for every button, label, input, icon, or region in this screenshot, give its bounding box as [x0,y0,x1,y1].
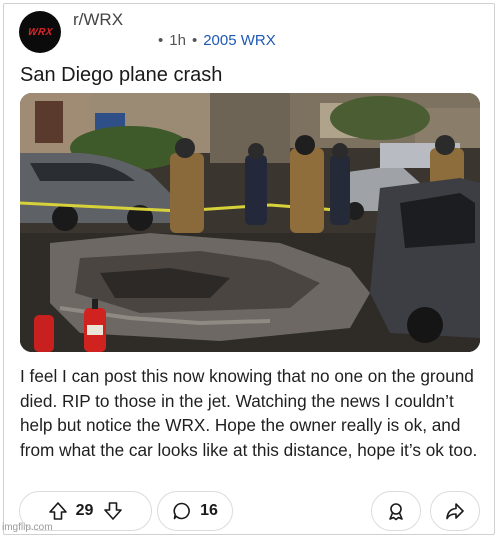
award-button[interactable] [371,491,421,531]
post-body: I feel I can post this now knowing that … [20,366,478,460]
comment-count: 16 [200,502,218,519]
avatar-logo-text: WRX [26,26,54,38]
post-separator: • [158,32,164,49]
comments-button[interactable]: 16 [157,491,233,531]
post-separator-2: • [191,32,198,49]
award-icon [386,501,406,521]
post-meta: • 1h • 2005 WRX [158,32,276,49]
speech-bubble-icon [172,501,192,521]
subreddit-avatar[interactable]: WRX [19,11,61,53]
post-flair[interactable]: 2005 WRX [203,32,276,49]
downvote-arrow-icon[interactable] [103,501,123,521]
score-count: 29 [75,502,94,519]
share-button[interactable] [430,491,480,531]
post-time: 1h [169,32,186,49]
upvote-arrow-icon[interactable] [48,501,68,521]
post-image[interactable] [20,93,480,352]
post-title[interactable]: San Diego plane crash [20,64,222,87]
watermark: imgflip.com [2,522,53,533]
share-arrow-icon [445,501,465,521]
subreddit-name[interactable]: r/WRX [73,10,123,30]
